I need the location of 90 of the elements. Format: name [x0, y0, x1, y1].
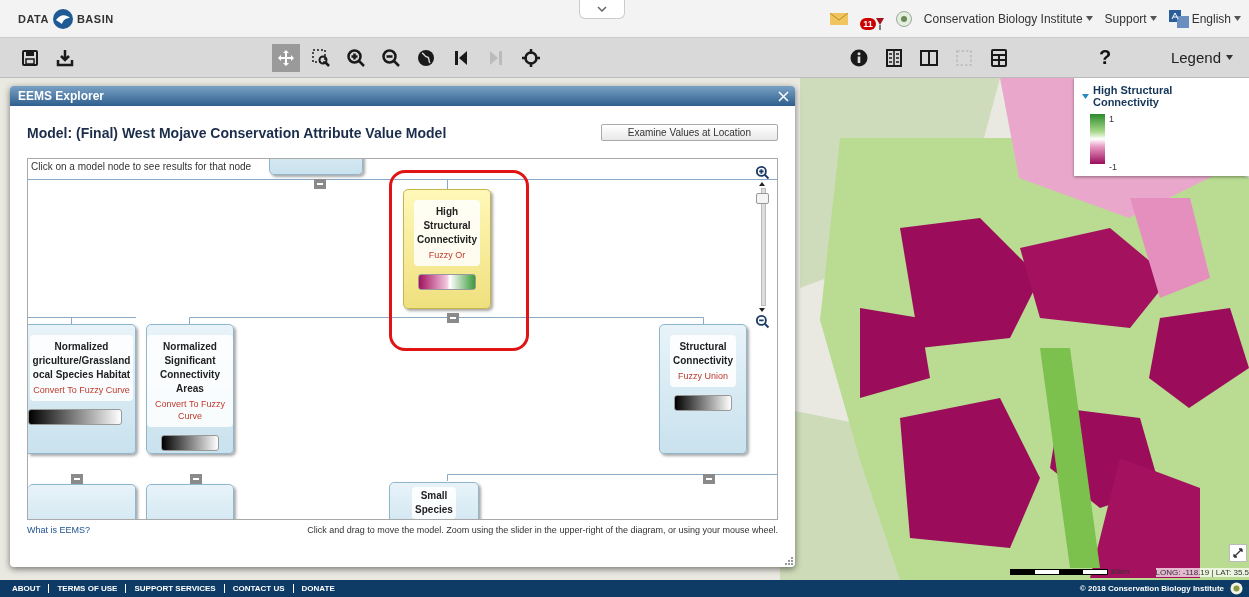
pin-icon[interactable] — [875, 17, 884, 30]
copyright-text: © 2018 Conservation Biology Institute — [1079, 584, 1224, 593]
collapse-button[interactable] — [703, 474, 715, 484]
minus-icon — [193, 478, 199, 480]
footer-link[interactable]: DONATE — [292, 584, 343, 593]
minus-icon — [450, 317, 456, 319]
collapse-button[interactable] — [71, 474, 83, 484]
legend-max-label: 1 — [1109, 114, 1115, 124]
expand-button[interactable] — [1229, 544, 1247, 562]
notification-badge: 11 — [860, 17, 876, 30]
slider-thumb[interactable] — [755, 193, 769, 205]
select-box-icon — [954, 47, 974, 68]
caret-icon — [1149, 16, 1157, 21]
node-title: High Structural Connectivity — [417, 205, 477, 247]
collapse-triangle-icon[interactable] — [1082, 93, 1089, 99]
color-ramp — [418, 274, 476, 290]
model-heading: Model: (Final) West Mojave Conservation Attribute Value Model — [27, 124, 447, 141]
zoom-box-icon — [311, 47, 331, 68]
translate-icon — [1168, 9, 1189, 28]
node-operation: Fuzzy Or — [427, 249, 467, 261]
caret-icon — [1234, 16, 1241, 21]
node-title: Structural Connectivity — [673, 340, 733, 368]
support-menu[interactable]: Support — [1104, 11, 1157, 26]
zoom-out-icon[interactable] — [754, 314, 770, 329]
move-tool[interactable] — [272, 43, 300, 72]
zoom-out-icon — [381, 47, 401, 68]
what-is-eems-link[interactable]: What is EEMS? — [27, 525, 91, 535]
color-ramp — [1090, 114, 1105, 164]
globe-logo-icon — [51, 7, 74, 30]
footer-link[interactable]: ABOUT — [12, 584, 49, 593]
diagram-hint: Click on a model node to see results for that node — [31, 161, 252, 172]
model-node[interactable]: Structural Connectivity Fuzzy Union — [659, 324, 747, 454]
minus-icon — [706, 478, 712, 480]
model-node[interactable]: Normalized griculture/Grassland ocal Species Habitat Convert To Fuzzy Curve — [28, 324, 136, 454]
node-title: Small Species — [415, 489, 453, 517]
down-arrow-icon[interactable] — [759, 308, 765, 312]
organization-icon — [895, 10, 912, 27]
columns-icon — [884, 47, 904, 68]
coordinates-readout: LONG: -118.19 | LAT: 35.5 — [1155, 568, 1249, 577]
model-node[interactable]: Normalized Significant Connectivity Areas Convert To Fuzzy Curve — [146, 324, 234, 454]
save-icon — [20, 47, 40, 68]
node-operation: Convert To Fuzzy Curve — [32, 384, 131, 396]
examine-values-button[interactable]: Examine Values at Location — [600, 124, 778, 141]
footer-link[interactable]: TERMS OF USE — [48, 584, 126, 593]
diagram-instructions: Click and drag to move the model. Zoom using the slider in the upper-right of the diagram, or using your mouse wheel. — [307, 525, 778, 535]
collapse-button[interactable] — [447, 313, 459, 323]
language-menu[interactable]: English — [1168, 9, 1241, 28]
legend-title: High Structural Connectivity — [1092, 84, 1174, 108]
split-panel-icon — [919, 47, 939, 68]
expand-icon — [1233, 548, 1243, 558]
model-node[interactable]: High Structural Connectivity Fuzzy Or — [403, 189, 491, 309]
node-operation: Fuzzy Union — [676, 370, 729, 382]
model-node[interactable]: Small Species — [389, 482, 479, 519]
node-title: Normalized griculture/Grassland ocal Species Habitat — [32, 340, 131, 382]
zoom-slider[interactable] — [755, 188, 769, 306]
minus-icon — [74, 478, 80, 480]
account-menu[interactable]: Conservation Biology Institute — [923, 11, 1093, 26]
up-arrow-icon[interactable] — [759, 182, 765, 186]
color-ramp — [161, 435, 219, 451]
info-icon — [849, 47, 869, 68]
globe-icon — [416, 47, 436, 68]
color-ramp — [674, 395, 732, 411]
caret-icon — [1085, 16, 1093, 21]
footer-link[interactable]: CONTACT US — [223, 584, 293, 593]
node-operation: Convert To Fuzzy Curve — [154, 398, 226, 422]
collapse-button[interactable] — [314, 179, 326, 189]
footer-link[interactable]: SUPPORT SERVICES — [125, 584, 224, 593]
logo-text: DATA — [18, 12, 49, 25]
help-button[interactable]: ? — [1093, 45, 1118, 70]
mail-icon[interactable] — [830, 12, 849, 25]
crosshair-icon — [521, 47, 541, 68]
minus-icon — [317, 183, 323, 185]
collapse-button[interactable] — [190, 474, 202, 484]
move-icon — [276, 47, 296, 68]
legend-min-label: -1 — [1109, 162, 1117, 172]
chevron-icon — [596, 6, 607, 12]
legend-button[interactable]: Legend — [1164, 48, 1239, 67]
seal-icon — [1230, 582, 1243, 595]
close-icon[interactable] — [778, 90, 789, 102]
dialog-title: EEMS Explorer — [18, 89, 105, 103]
scale-label: 30km — [1110, 567, 1130, 576]
node-title: Normalized Significant Connectivity Areas — [159, 340, 221, 396]
logo-text: BASIN — [76, 12, 114, 25]
zoom-in-icon — [346, 47, 366, 68]
resize-grip-icon[interactable] — [785, 557, 793, 565]
model-diagram[interactable] — [27, 158, 778, 520]
zoom-in-icon[interactable] — [754, 165, 770, 180]
calculator-icon — [989, 47, 1009, 68]
download-icon — [55, 47, 75, 68]
caret-icon — [1226, 55, 1233, 60]
